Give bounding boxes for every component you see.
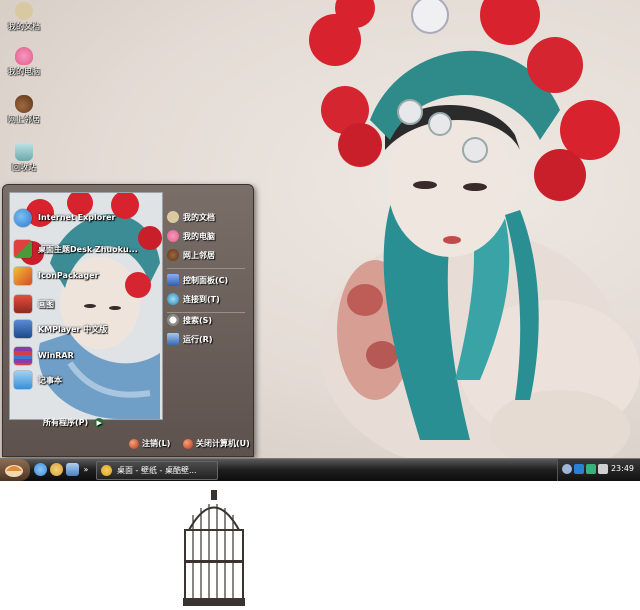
start-menu-places-label: 控制面板(C)	[183, 276, 229, 285]
shield-icon[interactable]	[574, 464, 584, 474]
clock[interactable]: 23:49	[611, 464, 634, 473]
start-menu-item-desk-zhuoku[interactable]: 桌面主题Desk Zhuoku...	[14, 238, 162, 260]
desktop-icon-label: 我的文档	[8, 22, 40, 31]
search-icon	[167, 314, 179, 326]
start-menu-footer: 注销(L) 关闭计算机(U)	[3, 434, 253, 456]
gourd-icon	[167, 249, 179, 261]
start-menu-control-panel[interactable]: 控制面板(C)	[167, 272, 251, 288]
connect-icon	[167, 293, 179, 305]
desktop-icon-my-documents[interactable]: 我的文档	[2, 2, 46, 31]
folder-icon	[15, 2, 33, 20]
internet-explorer-icon	[14, 209, 32, 227]
arrow-left-icon[interactable]	[562, 464, 572, 474]
start-button[interactable]	[0, 459, 30, 481]
desktop-icon-network-places[interactable]: 网上邻居	[2, 95, 46, 124]
start-menu-network-places[interactable]: 网上邻居	[167, 247, 251, 263]
start-menu: Internet Explorer 桌面主题Desk Zhuoku... Ico…	[2, 184, 254, 606]
shutdown-button[interactable]: 关闭计算机(U)	[183, 438, 250, 452]
logoff-icon	[129, 438, 139, 449]
start-menu-item-iconpackager[interactable]: IconPackager	[14, 265, 162, 287]
kmplayer-icon	[14, 320, 32, 338]
recycle-bin-icon	[15, 143, 33, 161]
logoff-button[interactable]: 注销(L)	[129, 438, 170, 452]
taskbar-button-label: 桌面 - 壁纸 - 桌酷壁...	[117, 466, 197, 475]
theme-icon	[14, 240, 32, 258]
power-icon	[183, 438, 193, 449]
system-tray: 23:49	[557, 459, 640, 481]
logoff-label: 注销(L)	[142, 439, 171, 448]
iconpackager-icon	[14, 267, 32, 285]
start-menu-item-paint[interactable]: 画图	[14, 293, 162, 315]
desktop-icon-label: 网上邻居	[8, 115, 40, 124]
start-menu-places-pane: 我的文档 我的电脑 网上邻居 控制面板(C) 连接到(T) 搜索(S) 运行(R…	[163, 192, 247, 437]
volume-icon[interactable]	[598, 464, 608, 474]
shutdown-label: 关闭计算机(U)	[196, 439, 250, 448]
winrar-icon	[14, 347, 32, 365]
start-menu-item-label: WinRAR	[38, 351, 74, 360]
birdcage-decoration	[183, 490, 245, 606]
start-menu-places-label: 搜索(S)	[183, 316, 213, 325]
start-menu-places-label: 运行(R)	[183, 335, 213, 344]
start-menu-item-label: 桌面主题Desk Zhuoku...	[38, 245, 138, 254]
browser-icon	[101, 465, 112, 476]
gourd-icon	[15, 95, 33, 113]
start-menu-places-label: 我的电脑	[183, 232, 215, 241]
start-menu-item-label: IconPackager	[38, 271, 99, 280]
media-player-icon[interactable]	[50, 463, 63, 476]
start-menu-item-notepad[interactable]: 记事本	[14, 369, 162, 391]
start-menu-item-winrar[interactable]: WinRAR	[14, 345, 162, 367]
show-desktop-icon[interactable]	[66, 463, 79, 476]
start-menu-places-label: 网上邻居	[183, 251, 215, 260]
all-programs-button[interactable]: 所有程序(P) ▶	[43, 417, 105, 431]
start-menu-item-label: 画图	[38, 300, 54, 309]
start-menu-my-computer[interactable]: 我的电脑	[167, 228, 251, 244]
start-menu-places-label: 我的文档	[183, 213, 215, 222]
folder-icon	[167, 211, 179, 223]
notepad-icon	[14, 371, 32, 389]
lotus-icon	[167, 230, 179, 242]
all-programs-label: 所有程序(P)	[43, 418, 89, 427]
desktop-icon-recycle-bin[interactable]: 回收站	[2, 143, 46, 172]
desktop-icon-my-computer[interactable]: 我的电脑	[2, 47, 46, 76]
start-menu-places-label: 连接到(T)	[183, 295, 220, 304]
ie-quicklaunch-icon[interactable]	[34, 463, 47, 476]
desktop-icon-label: 我的电脑	[8, 67, 40, 76]
start-menu-run[interactable]: 运行(R)	[167, 331, 251, 347]
start-menu-item-label: 记事本	[38, 376, 62, 385]
taskbar-button-browser[interactable]: 桌面 - 壁纸 - 桌酷壁...	[96, 461, 218, 480]
start-menu-item-label: KMPlayer 中文版	[38, 325, 108, 334]
arrow-right-icon: ▶	[94, 417, 105, 428]
paint-icon	[14, 295, 32, 313]
start-menu-item-internet-explorer[interactable]: Internet Explorer	[14, 207, 162, 229]
start-menu-item-kmplayer[interactable]: KMPlayer 中文版	[14, 318, 162, 340]
start-menu-search[interactable]: 搜索(S)	[167, 312, 251, 328]
run-icon	[167, 333, 179, 345]
start-logo-icon	[5, 465, 23, 477]
start-menu-pinned-pane: Internet Explorer 桌面主题Desk Zhuoku... Ico…	[9, 192, 163, 420]
taskbar: » 桌面 - 壁纸 - 桌酷壁... 23:49	[0, 458, 640, 481]
start-menu-connect-to[interactable]: 连接到(T)	[167, 291, 251, 307]
start-menu-item-label: Internet Explorer	[38, 213, 116, 222]
start-menu-my-documents[interactable]: 我的文档	[167, 209, 251, 225]
chevron-right-icon[interactable]: »	[82, 463, 90, 476]
menu-separator	[167, 268, 245, 269]
network-icon[interactable]	[586, 464, 596, 474]
lotus-icon	[15, 47, 33, 65]
control-panel-icon	[167, 274, 179, 286]
desktop-icon-label: 回收站	[12, 163, 36, 172]
